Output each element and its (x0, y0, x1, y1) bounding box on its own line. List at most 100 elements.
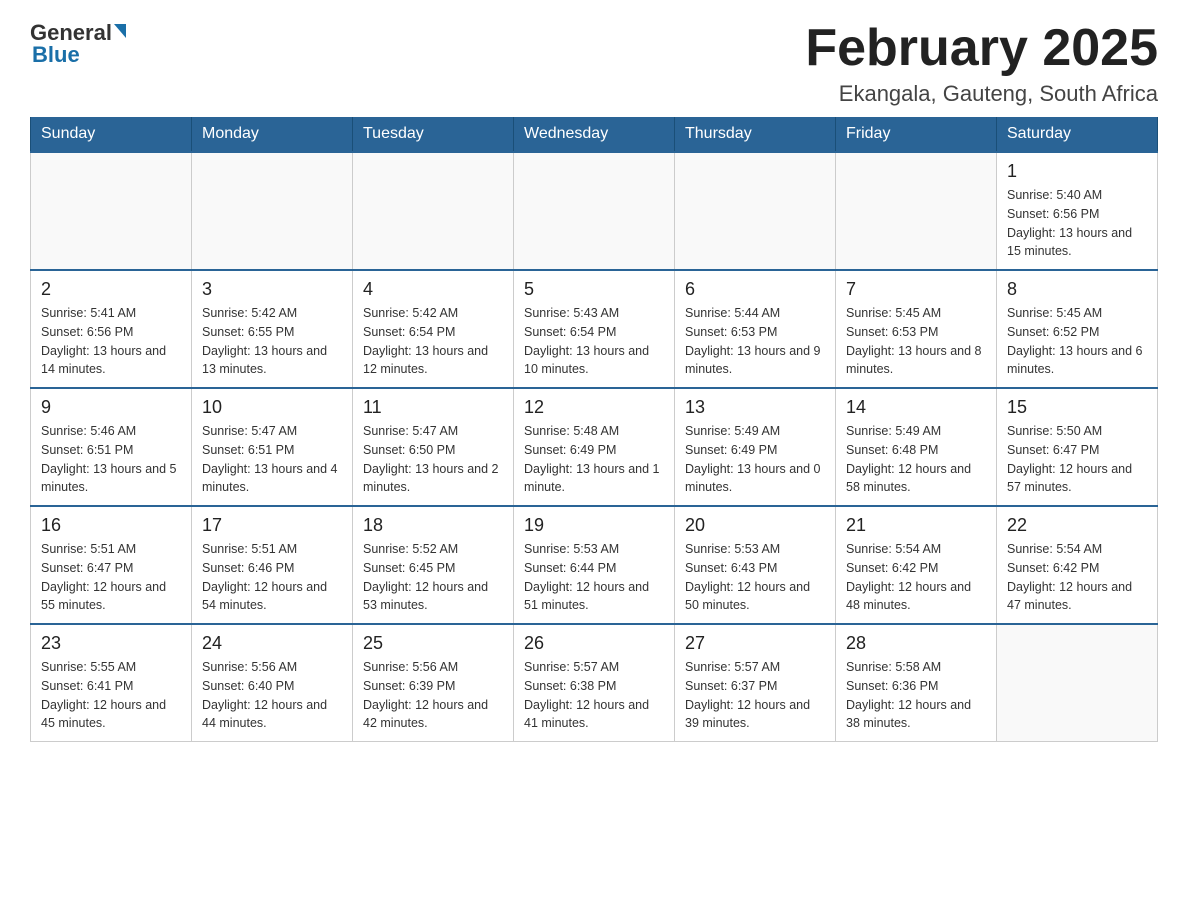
day-info: Sunrise: 5:55 AM Sunset: 6:41 PM Dayligh… (41, 658, 181, 733)
calendar-cell: 9 Sunrise: 5:46 AM Sunset: 6:51 PM Daylig… (31, 388, 192, 506)
day-info: Sunrise: 5:54 AM Sunset: 6:42 PM Dayligh… (846, 540, 986, 615)
day-info: Sunrise: 5:53 AM Sunset: 6:43 PM Dayligh… (685, 540, 825, 615)
calendar-cell (836, 152, 997, 270)
day-number: 28 (846, 633, 986, 654)
day-number: 17 (202, 515, 342, 536)
day-number: 25 (363, 633, 503, 654)
weekday-header-sunday: Sunday (31, 117, 192, 152)
day-info: Sunrise: 5:58 AM Sunset: 6:36 PM Dayligh… (846, 658, 986, 733)
calendar-week-row: 16 Sunrise: 5:51 AM Sunset: 6:47 PM Dayli… (31, 506, 1158, 624)
calendar-week-row: 1 Sunrise: 5:40 AM Sunset: 6:56 PM Daylig… (31, 152, 1158, 270)
day-number: 12 (524, 397, 664, 418)
weekday-header-monday: Monday (192, 117, 353, 152)
calendar-cell: 1 Sunrise: 5:40 AM Sunset: 6:56 PM Daylig… (997, 152, 1158, 270)
calendar-cell: 23 Sunrise: 5:55 AM Sunset: 6:41 PM Dayli… (31, 624, 192, 742)
day-info: Sunrise: 5:56 AM Sunset: 6:39 PM Dayligh… (363, 658, 503, 733)
calendar-cell: 12Sunrise: 5:48 AM Sunset: 6:49 PM Dayli… (514, 388, 675, 506)
day-info: Sunrise: 5:53 AM Sunset: 6:44 PM Dayligh… (524, 540, 664, 615)
day-info: Sunrise: 5:57 AM Sunset: 6:37 PM Dayligh… (685, 658, 825, 733)
calendar-cell: 27 Sunrise: 5:57 AM Sunset: 6:37 PM Dayli… (675, 624, 836, 742)
day-number: 21 (846, 515, 986, 536)
title-block: February 2025 Ekangala, Gauteng, South A… (805, 20, 1158, 107)
day-info: Sunrise: 5:51 AM Sunset: 6:47 PM Dayligh… (41, 540, 181, 615)
calendar-cell: 15 Sunrise: 5:50 AM Sunset: 6:47 PM Dayli… (997, 388, 1158, 506)
calendar-cell: 7 Sunrise: 5:45 AM Sunset: 6:53 PM Daylig… (836, 270, 997, 388)
day-number: 1 (1007, 161, 1147, 182)
logo: General Blue (30, 20, 126, 68)
calendar-cell (514, 152, 675, 270)
calendar-cell: 16 Sunrise: 5:51 AM Sunset: 6:47 PM Dayli… (31, 506, 192, 624)
calendar-subtitle: Ekangala, Gauteng, South Africa (805, 81, 1158, 107)
calendar-week-row: 9 Sunrise: 5:46 AM Sunset: 6:51 PM Daylig… (31, 388, 1158, 506)
calendar-cell: 13 Sunrise: 5:49 AM Sunset: 6:49 PM Dayli… (675, 388, 836, 506)
day-number: 6 (685, 279, 825, 300)
calendar-title: February 2025 (805, 20, 1158, 77)
calendar-cell: 10 Sunrise: 5:47 AM Sunset: 6:51 PM Dayli… (192, 388, 353, 506)
calendar-cell: 8Sunrise: 5:45 AM Sunset: 6:52 PM Daylig… (997, 270, 1158, 388)
day-number: 20 (685, 515, 825, 536)
day-info: Sunrise: 5:50 AM Sunset: 6:47 PM Dayligh… (1007, 422, 1147, 497)
calendar-cell: 4 Sunrise: 5:42 AM Sunset: 6:54 PM Daylig… (353, 270, 514, 388)
calendar-cell: 25 Sunrise: 5:56 AM Sunset: 6:39 PM Dayli… (353, 624, 514, 742)
calendar-cell: 19Sunrise: 5:53 AM Sunset: 6:44 PM Dayli… (514, 506, 675, 624)
day-info: Sunrise: 5:56 AM Sunset: 6:40 PM Dayligh… (202, 658, 342, 733)
day-number: 27 (685, 633, 825, 654)
day-number: 16 (41, 515, 181, 536)
calendar-cell: 6 Sunrise: 5:44 AM Sunset: 6:53 PM Daylig… (675, 270, 836, 388)
page-header: General Blue February 2025 Ekangala, Gau… (30, 20, 1158, 107)
day-info: Sunrise: 5:57 AM Sunset: 6:38 PM Dayligh… (524, 658, 664, 733)
day-number: 2 (41, 279, 181, 300)
day-info: Sunrise: 5:51 AM Sunset: 6:46 PM Dayligh… (202, 540, 342, 615)
calendar-cell: 2 Sunrise: 5:41 AM Sunset: 6:56 PM Daylig… (31, 270, 192, 388)
day-info: Sunrise: 5:45 AM Sunset: 6:52 PM Dayligh… (1007, 304, 1147, 379)
day-number: 23 (41, 633, 181, 654)
day-number: 13 (685, 397, 825, 418)
calendar-cell (192, 152, 353, 270)
day-number: 11 (363, 397, 503, 418)
day-info: Sunrise: 5:47 AM Sunset: 6:51 PM Dayligh… (202, 422, 342, 497)
calendar-cell (31, 152, 192, 270)
day-info: Sunrise: 5:42 AM Sunset: 6:55 PM Dayligh… (202, 304, 342, 379)
day-number: 5 (524, 279, 664, 300)
day-number: 9 (41, 397, 181, 418)
day-number: 4 (363, 279, 503, 300)
day-info: Sunrise: 5:46 AM Sunset: 6:51 PM Dayligh… (41, 422, 181, 497)
day-number: 3 (202, 279, 342, 300)
day-number: 7 (846, 279, 986, 300)
calendar-cell: 20 Sunrise: 5:53 AM Sunset: 6:43 PM Dayli… (675, 506, 836, 624)
day-info: Sunrise: 5:40 AM Sunset: 6:56 PM Dayligh… (1007, 186, 1147, 261)
day-info: Sunrise: 5:52 AM Sunset: 6:45 PM Dayligh… (363, 540, 503, 615)
calendar-cell: 24Sunrise: 5:56 AM Sunset: 6:40 PM Dayli… (192, 624, 353, 742)
day-info: Sunrise: 5:54 AM Sunset: 6:42 PM Dayligh… (1007, 540, 1147, 615)
calendar-cell: 17 Sunrise: 5:51 AM Sunset: 6:46 PM Dayli… (192, 506, 353, 624)
calendar-week-row: 23 Sunrise: 5:55 AM Sunset: 6:41 PM Dayli… (31, 624, 1158, 742)
weekday-header-saturday: Saturday (997, 117, 1158, 152)
logo-blue-label: Blue (30, 42, 80, 68)
calendar-week-row: 2 Sunrise: 5:41 AM Sunset: 6:56 PM Daylig… (31, 270, 1158, 388)
calendar-cell: 11 Sunrise: 5:47 AM Sunset: 6:50 PM Dayli… (353, 388, 514, 506)
calendar-cell: 28 Sunrise: 5:58 AM Sunset: 6:36 PM Dayli… (836, 624, 997, 742)
logo-arrow-icon (114, 24, 126, 38)
calendar-cell: 21 Sunrise: 5:54 AM Sunset: 6:42 PM Dayli… (836, 506, 997, 624)
day-number: 18 (363, 515, 503, 536)
weekday-header-wednesday: Wednesday (514, 117, 675, 152)
day-info: Sunrise: 5:44 AM Sunset: 6:53 PM Dayligh… (685, 304, 825, 379)
calendar-cell (353, 152, 514, 270)
calendar-cell: 3 Sunrise: 5:42 AM Sunset: 6:55 PM Daylig… (192, 270, 353, 388)
day-number: 10 (202, 397, 342, 418)
day-info: Sunrise: 5:49 AM Sunset: 6:49 PM Dayligh… (685, 422, 825, 497)
calendar-cell: 18 Sunrise: 5:52 AM Sunset: 6:45 PM Dayli… (353, 506, 514, 624)
calendar-cell: 14Sunrise: 5:49 AM Sunset: 6:48 PM Dayli… (836, 388, 997, 506)
weekday-header-thursday: Thursday (675, 117, 836, 152)
weekday-header-tuesday: Tuesday (353, 117, 514, 152)
day-info: Sunrise: 5:43 AM Sunset: 6:54 PM Dayligh… (524, 304, 664, 379)
day-info: Sunrise: 5:45 AM Sunset: 6:53 PM Dayligh… (846, 304, 986, 379)
day-info: Sunrise: 5:49 AM Sunset: 6:48 PM Dayligh… (846, 422, 986, 497)
calendar-cell: 26 Sunrise: 5:57 AM Sunset: 6:38 PM Dayli… (514, 624, 675, 742)
day-number: 15 (1007, 397, 1147, 418)
calendar-cell: 5 Sunrise: 5:43 AM Sunset: 6:54 PM Daylig… (514, 270, 675, 388)
day-number: 26 (524, 633, 664, 654)
day-info: Sunrise: 5:47 AM Sunset: 6:50 PM Dayligh… (363, 422, 503, 497)
day-info: Sunrise: 5:41 AM Sunset: 6:56 PM Dayligh… (41, 304, 181, 379)
day-info: Sunrise: 5:42 AM Sunset: 6:54 PM Dayligh… (363, 304, 503, 379)
